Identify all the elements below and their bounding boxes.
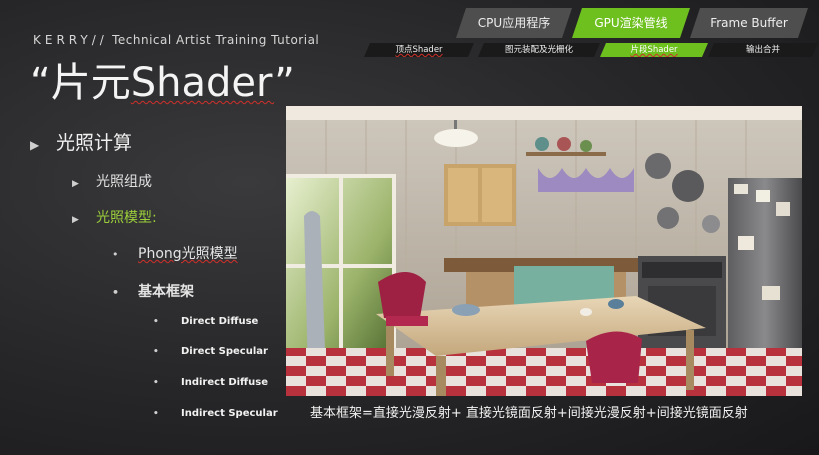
tab-frame-buffer[interactable]: Frame Buffer [690, 8, 808, 38]
tab-primitive-assembly[interactable]: 图元装配及光栅化 [478, 43, 600, 57]
tab-fragment-shader[interactable]: 片段Shader [600, 43, 708, 57]
bullet-direct-specular: • Direct Specular [153, 346, 268, 357]
bullet-phong-model: • Phong光照模型 [112, 243, 238, 263]
dot-bullet-icon: • [112, 248, 119, 261]
triangle-bullet-icon: ▶ [72, 179, 79, 189]
tab-gpu-pipeline[interactable]: GPU渲染管线 [572, 8, 690, 38]
bullet-lighting-model: ▶ 光照模型: [72, 207, 157, 227]
bullet-text: Indirect Specular [181, 408, 278, 419]
bullet-lighting-calc: ▶ 光照计算 [30, 128, 132, 155]
framework-formula: 基本框架=直接光漫反射+ 直接光镜面反射+间接光漫反射+间接光镜面反射 [310, 406, 748, 421]
bullet-basic-framework: • 基本框架 [112, 281, 194, 301]
tab-vertex-shader[interactable]: 顶点Shader [364, 43, 474, 57]
dot-bullet-icon: • [153, 347, 159, 357]
bullet-text: 基本框架 [138, 284, 194, 300]
dot-bullet-icon: • [153, 317, 159, 327]
brand-subtitle: Technical Artist Training Tutorial [112, 33, 320, 47]
bullet-text: 光照模型: [96, 210, 157, 226]
title-open: “片元 [30, 60, 131, 106]
bullet-indirect-specular: • Indirect Specular [153, 408, 278, 419]
bullet-lighting-composition: ▶ 光照组成 [72, 171, 152, 191]
bullet-text: Direct Specular [181, 346, 268, 357]
bullet-text: 光照计算 [56, 132, 133, 154]
tab-label: 片段Shader [630, 45, 678, 55]
page-title: “片元Shader” [30, 50, 295, 108]
triangle-bullet-icon: ▶ [30, 138, 40, 152]
title-shader: Shader [130, 60, 275, 106]
tab-output-merge[interactable]: 输出合并 [708, 43, 818, 57]
tab-label: 顶点Shader [395, 45, 443, 55]
tab-cpu-application[interactable]: CPU应用程序 [456, 8, 572, 38]
triangle-bullet-icon: ▶ [72, 215, 79, 225]
bullet-text: Phong光照模型 [138, 246, 238, 262]
bullet-text: 光照组成 [96, 174, 152, 190]
bullet-text: Direct Diffuse [181, 316, 259, 327]
brand-kerry: KERRY// [33, 33, 108, 47]
dot-bullet-icon: • [153, 378, 159, 388]
kitchen-render-image [286, 106, 802, 396]
dot-bullet-icon: • [153, 409, 159, 419]
bullet-text: Indirect Diffuse [181, 377, 269, 388]
brand-line: KERRY// Technical Artist Training Tutori… [33, 33, 319, 47]
bullet-direct-diffuse: • Direct Diffuse [153, 316, 258, 327]
bullet-indirect-diffuse: • Indirect Diffuse [153, 377, 268, 388]
title-close: ” [274, 60, 295, 106]
dot-bullet-icon: • [112, 286, 120, 299]
